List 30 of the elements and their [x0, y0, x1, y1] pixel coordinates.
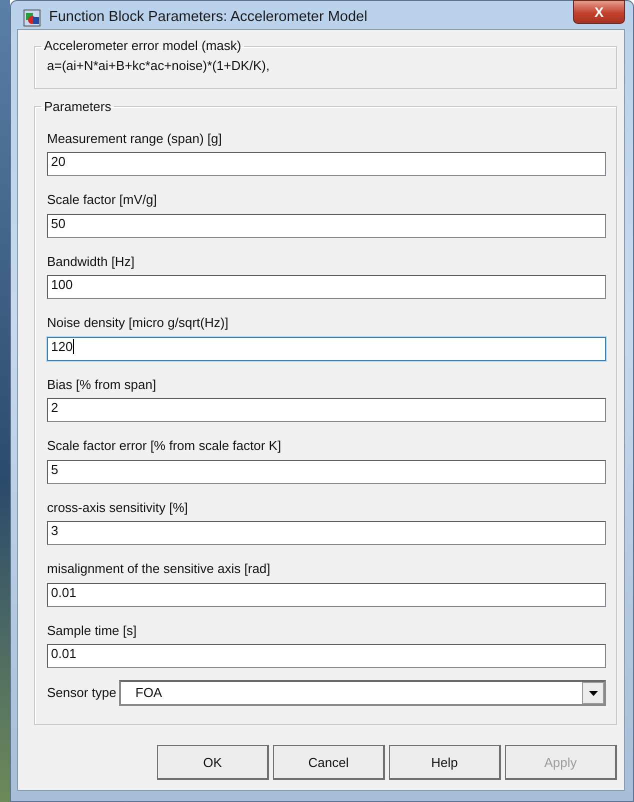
input-field[interactable]: 5 [47, 460, 606, 484]
field-label: Measurement range (span) [g] [47, 130, 223, 148]
field-label: Noise density [micro g/sqrt(Hz)] [47, 314, 230, 332]
input-field[interactable]: 120 [47, 336, 606, 360]
dialog-button[interactable]: OK [157, 745, 269, 780]
input-field[interactable]: 100 [47, 275, 606, 299]
field-label: Bandwidth [Hz] [47, 252, 136, 271]
field-label: cross-axis sensitivity [%] [47, 498, 189, 517]
field-label: Scale factor error [% from scale factor K] [47, 437, 282, 455]
input-field[interactable]: 0.01 [47, 582, 606, 606]
close-button[interactable]: X [573, 0, 625, 24]
dialog-button[interactable]: Help [389, 745, 501, 780]
field-label: Bias [% from span] [47, 376, 158, 394]
mask-description: a=(ai+N*ai+B+kc*ac+noise)*(1+DK/K), [47, 57, 271, 75]
field-label: Scale factor [mV/g] [47, 191, 158, 209]
field-label: Sample time [s] [47, 622, 138, 640]
group-title: Parameters [43, 98, 112, 114]
window-title: Function Block Parameters: Accelerometer Model [49, 8, 368, 28]
input-field[interactable]: 20 [47, 152, 606, 176]
sensor-type-dropdown[interactable]: FOA [119, 680, 606, 706]
input-field[interactable]: 3 [47, 521, 606, 545]
dialog-button[interactable]: Cancel [273, 745, 385, 780]
app-icon [23, 9, 41, 27]
dropdown-arrow-icon [588, 690, 598, 696]
field-label: Sensor type [47, 684, 116, 702]
input-field[interactable]: 50 [47, 214, 606, 238]
field-label: misalignment of the sensitive axis [rad] [47, 560, 272, 578]
input-field[interactable]: 2 [47, 398, 606, 422]
input-field[interactable]: 0.01 [47, 644, 606, 668]
group-title: Accelerometer error model (mask) [43, 38, 242, 54]
